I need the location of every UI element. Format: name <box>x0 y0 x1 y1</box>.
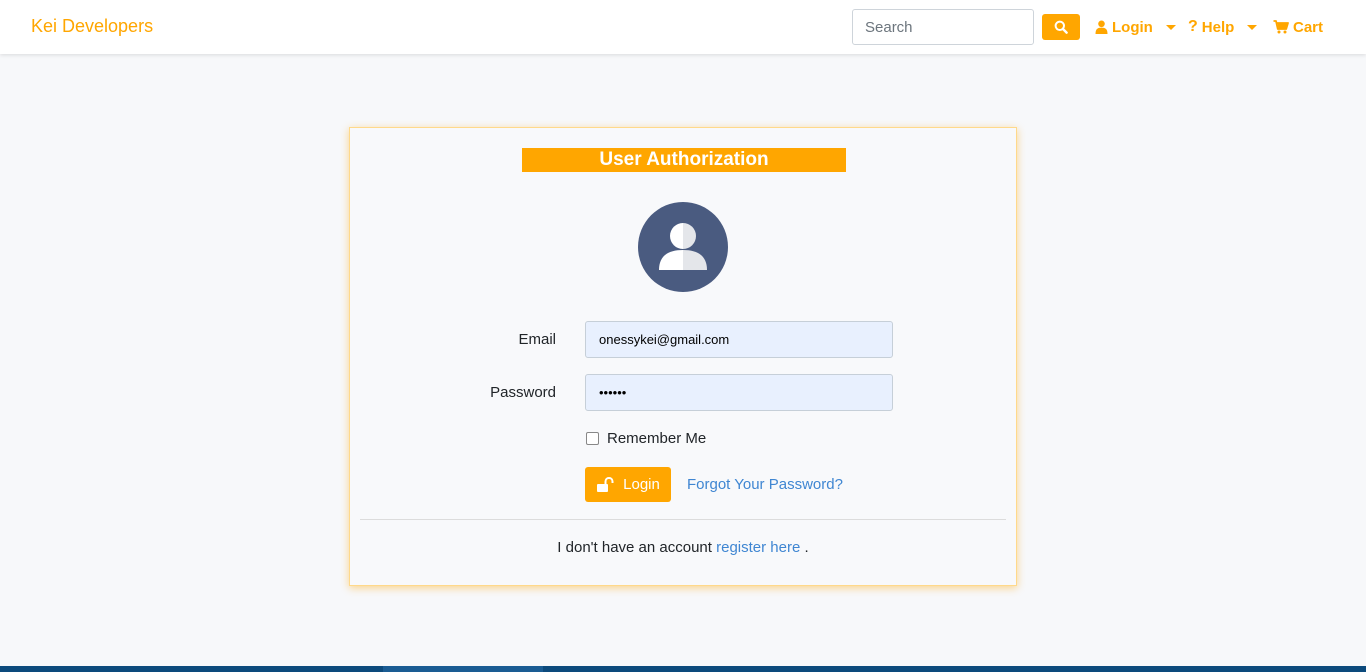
register-link[interactable]: register here <box>716 539 800 556</box>
search-button[interactable] <box>1042 14 1080 40</box>
chevron-down-icon <box>1247 24 1258 30</box>
question-icon: ? <box>1188 18 1198 35</box>
register-line: I don't have an account register here . <box>350 539 1016 556</box>
forgot-password-link[interactable]: Forgot Your Password? <box>687 476 843 493</box>
password-field[interactable] <box>585 374 893 411</box>
login-button-label: Login <box>623 476 660 493</box>
login-card: User Authorization Email Password Rememb… <box>349 127 1017 586</box>
user-icon <box>1095 20 1108 34</box>
unlock-icon <box>597 476 614 492</box>
email-field[interactable] <box>585 321 893 358</box>
register-suffix: . <box>804 539 809 556</box>
register-prefix: I don't have an account <box>557 539 712 556</box>
card-title: User Authorization <box>522 148 846 172</box>
remember-checkbox[interactable] <box>586 432 599 445</box>
help-nav-label: Help <box>1201 18 1235 36</box>
search-input[interactable] <box>852 9 1034 45</box>
password-label: Password <box>490 384 556 401</box>
login-dropdown[interactable]: Login <box>1095 17 1176 37</box>
top-navbar: Kei Developers Login ? Help Cart <box>0 0 1366 54</box>
remember-label: Remember Me <box>607 430 707 447</box>
login-button[interactable]: Login <box>585 467 671 502</box>
help-dropdown[interactable]: ? Help <box>1188 17 1258 37</box>
login-nav-label: Login <box>1112 18 1153 36</box>
footer-segment <box>383 666 543 672</box>
brand-link[interactable]: Kei Developers <box>31 16 153 37</box>
email-label: Email <box>518 331 556 348</box>
divider <box>360 519 1006 520</box>
cart-nav-label: Cart <box>1293 18 1324 36</box>
cart-link[interactable]: Cart <box>1273 17 1323 37</box>
search-icon <box>1054 20 1068 34</box>
chevron-down-icon <box>1165 24 1176 30</box>
cart-icon <box>1273 20 1289 34</box>
remember-me[interactable]: Remember Me <box>585 430 706 447</box>
footer-strip <box>0 666 1366 672</box>
user-avatar-icon <box>638 202 728 292</box>
